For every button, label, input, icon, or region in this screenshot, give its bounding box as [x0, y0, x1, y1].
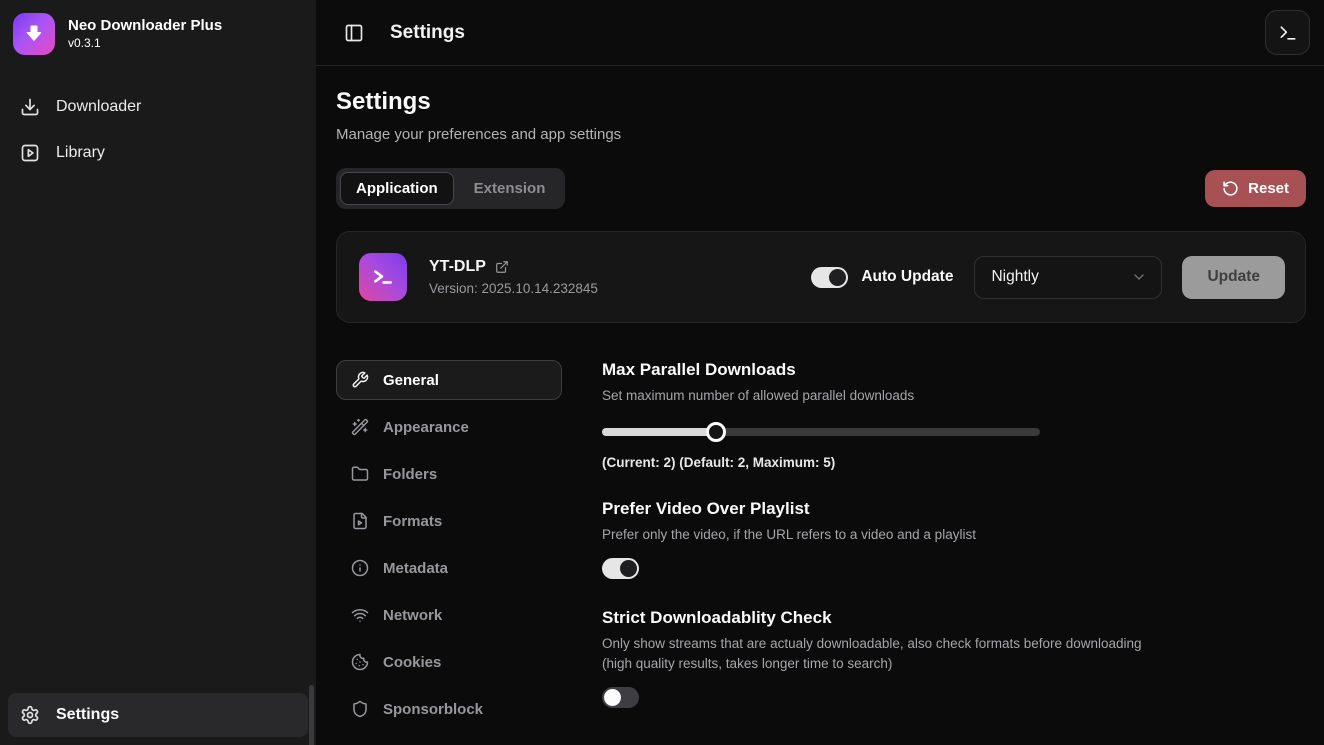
sidebar: Neo Downloader Plus v0.3.1 Downloader Li… [0, 0, 316, 745]
settings-nav-formats[interactable]: Formats [336, 501, 562, 541]
sidebar-item-label: Library [56, 144, 105, 162]
settings-nav-label: Formats [383, 513, 442, 530]
auto-update-group: Auto Update [811, 267, 953, 288]
ytdlp-terminal-icon [359, 253, 407, 301]
settings-nav-label: Cookies [383, 654, 441, 671]
sidebar-item-label: Downloader [56, 98, 141, 116]
setting-prefer-video: Prefer Video Over Playlist Prefer only t… [602, 499, 1306, 580]
setting-strict-check: Strict Downloadablity Check Only show st… [602, 608, 1306, 708]
cookie-icon [351, 653, 369, 671]
slider-fill [602, 428, 716, 436]
panel-left-icon [344, 23, 364, 43]
settings-nav-label: Sponsorblock [383, 701, 483, 718]
toggle-knob [620, 560, 637, 577]
main-area: Settings Settings Manage your preference… [316, 0, 1324, 745]
download-icon [20, 97, 40, 117]
page-subtitle: Manage your preferences and app settings [336, 126, 1306, 143]
ytdlp-title: YT-DLP [429, 258, 486, 276]
tab-group: Application Extension [336, 168, 565, 209]
wrench-icon [351, 371, 369, 389]
max-parallel-slider[interactable] [602, 422, 1040, 442]
shield-icon [351, 700, 369, 718]
terminal-icon [1278, 23, 1298, 43]
setting-description: Only show streams that are actualy downl… [602, 634, 1142, 673]
settings-nav-folders[interactable]: Folders [336, 454, 562, 494]
tab-application[interactable]: Application [340, 172, 454, 205]
tab-extension[interactable]: Extension [458, 172, 562, 205]
folder-icon [351, 465, 369, 483]
gear-icon [20, 705, 40, 725]
file-play-icon [351, 512, 369, 530]
wand-icon [351, 418, 369, 436]
sidebar-item-settings[interactable]: Settings [8, 693, 308, 737]
app-name: Neo Downloader Plus [68, 17, 222, 36]
setting-description: Set maximum number of allowed parallel d… [602, 386, 1142, 406]
info-icon [351, 559, 369, 577]
ytdlp-meta: YT-DLP Version: 2025.10.14.232845 [429, 258, 598, 296]
settings-nav-network[interactable]: Network [336, 595, 562, 635]
sidebar-scrollbar[interactable] [309, 685, 314, 745]
reset-button-label: Reset [1248, 180, 1289, 197]
settings-nav-label: Metadata [383, 560, 448, 577]
settings-nav-appearance[interactable]: Appearance [336, 407, 562, 447]
download-arrow-icon [22, 22, 46, 46]
toggle-knob [604, 689, 621, 706]
app-logo [13, 13, 55, 55]
update-channel-value: Nightly [991, 268, 1038, 286]
settings-nav-cookies[interactable]: Cookies [336, 642, 562, 682]
setting-title: Prefer Video Over Playlist [602, 499, 1306, 519]
settings-nav-label: General [383, 372, 439, 389]
prefer-video-toggle[interactable] [602, 558, 639, 579]
ytdlp-card: YT-DLP Version: 2025.10.14.232845 Auto U… [336, 231, 1306, 323]
sidebar-item-downloader[interactable]: Downloader [8, 85, 308, 129]
tabs-row: Application Extension Reset [336, 168, 1306, 209]
terminal-button[interactable] [1265, 10, 1310, 55]
sidebar-nav: Downloader Library [0, 85, 316, 177]
settings-page: Settings Manage your preferences and app… [316, 66, 1324, 737]
settings-panel: Max Parallel Downloads Set maximum numbe… [602, 360, 1306, 737]
sidebar-item-label: Settings [56, 706, 119, 724]
wifi-icon [351, 606, 369, 624]
setting-max-parallel: Max Parallel Downloads Set maximum numbe… [602, 360, 1306, 470]
settings-nav-label: Appearance [383, 419, 469, 436]
chevron-down-icon [1131, 269, 1147, 285]
strict-check-toggle[interactable] [602, 687, 639, 708]
update-button[interactable]: Update [1182, 256, 1285, 299]
settings-nav-sponsorblock[interactable]: Sponsorblock [336, 689, 562, 729]
sidebar-toggle-button[interactable] [338, 17, 370, 49]
external-link-icon[interactable] [495, 260, 509, 274]
sidebar-spacer [0, 177, 316, 693]
update-channel-select[interactable]: Nightly [974, 256, 1162, 299]
settings-nav-general[interactable]: General [336, 360, 562, 400]
ytdlp-version: Version: 2025.10.14.232845 [429, 281, 598, 296]
auto-update-toggle[interactable] [811, 267, 848, 288]
rotate-ccw-icon [1222, 180, 1239, 197]
app-version: v0.3.1 [68, 36, 222, 50]
app-logo-row: Neo Downloader Plus v0.3.1 [0, 0, 316, 55]
settings-body: General Appearance [336, 360, 1306, 737]
header-title: Settings [390, 22, 465, 44]
settings-nav-label: Network [383, 607, 442, 624]
settings-nav-label: Folders [383, 466, 437, 483]
slider-info: (Current: 2) (Default: 2, Maximum: 5) [602, 455, 1306, 470]
reset-button[interactable]: Reset [1205, 170, 1306, 207]
page-title: Settings [336, 88, 1306, 116]
setting-title: Max Parallel Downloads [602, 360, 1306, 380]
header: Settings [316, 0, 1324, 66]
library-play-icon [20, 143, 40, 163]
toggle-knob [829, 269, 846, 286]
app-title-block: Neo Downloader Plus v0.3.1 [68, 17, 222, 50]
setting-title: Strict Downloadablity Check [602, 608, 1306, 628]
slider-thumb[interactable] [706, 422, 726, 442]
auto-update-label: Auto Update [861, 268, 953, 286]
settings-nav-metadata[interactable]: Metadata [336, 548, 562, 588]
sidebar-item-library[interactable]: Library [8, 131, 308, 175]
setting-description: Prefer only the video, if the URL refers… [602, 525, 1142, 545]
settings-nav: General Appearance [336, 360, 562, 737]
